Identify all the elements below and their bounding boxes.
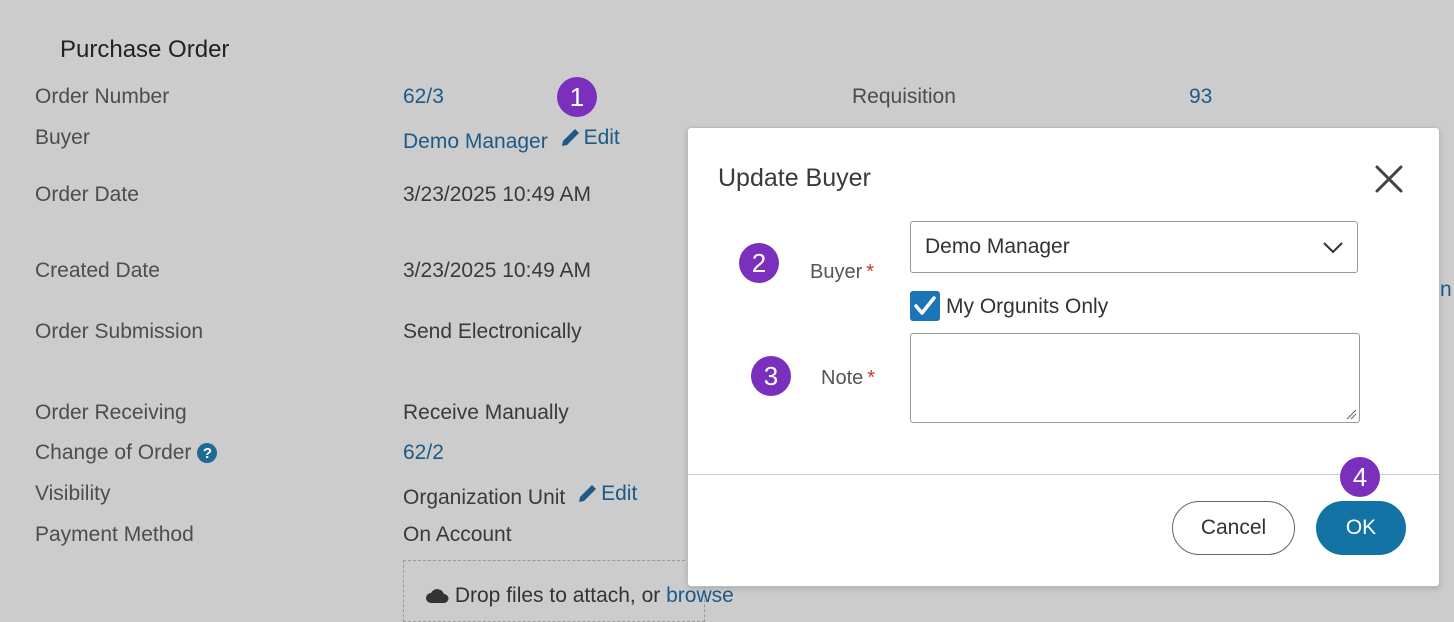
required-mark: *	[866, 261, 875, 283]
dropzone-label: Drop files to attach, or	[454, 584, 667, 607]
order-submission-value: Send Electronically	[403, 320, 582, 343]
browse-link[interactable]: browse	[666, 584, 734, 607]
created-date-value: 3/23/2025 10:49 AM	[403, 259, 591, 282]
order-receiving-value: Receive Manually	[403, 401, 569, 424]
buyer-field-label-text: Buyer	[810, 261, 863, 283]
label-change-of-order: Change of Order?	[35, 441, 218, 465]
note-field-label-text: Note	[821, 367, 864, 389]
update-buyer-modal: Update Buyer Buyer * Demo Manager My Orgu…	[687, 127, 1440, 587]
pencil-icon	[561, 129, 579, 146]
label-requisition: Requisition	[852, 85, 956, 108]
required-mark: *	[867, 367, 876, 389]
buyer-field-label: Buyer *	[810, 261, 874, 284]
page-title: Purchase Order	[60, 36, 230, 63]
label-buyer: Buyer	[35, 126, 90, 149]
close-icon[interactable]	[1373, 163, 1405, 195]
modal-footer-divider	[688, 474, 1439, 475]
note-textarea[interactable]	[910, 333, 1360, 423]
step-badge-4: 4	[1340, 457, 1380, 497]
label-visibility: Visibility	[35, 482, 111, 505]
change-of-order-text: Change of Order	[35, 441, 192, 464]
payment-method-value: On Account	[403, 523, 512, 546]
visibility-value-row: Organization Unit Edit	[403, 482, 637, 510]
label-order-submission: Order Submission	[35, 320, 204, 343]
cancel-button[interactable]: Cancel	[1172, 501, 1295, 555]
modal-title: Update Buyer	[718, 164, 871, 192]
label-created-date: Created Date	[35, 259, 160, 282]
pencil-icon	[579, 485, 597, 502]
note-field-label: Note *	[821, 367, 875, 390]
label-order-date: Order Date	[35, 183, 139, 206]
label-order-number: Order Number	[35, 85, 170, 108]
cloud-upload-icon	[426, 589, 449, 604]
question-circle-icon[interactable]: ?	[197, 443, 218, 464]
visibility-edit-label: Edit	[601, 482, 638, 505]
buyer-link[interactable]: Demo Manager	[403, 130, 548, 153]
step-badge-1: 1	[557, 77, 597, 117]
label-order-receiving: Order Receiving	[35, 401, 187, 424]
visibility-value: Organization Unit	[403, 486, 566, 509]
step-badge-3: 3	[751, 356, 791, 396]
orgunits-checkbox[interactable]	[910, 291, 940, 321]
check-icon	[914, 296, 936, 315]
step-badge-2: 2	[739, 243, 779, 283]
label-payment-method: Payment Method	[35, 523, 194, 546]
ok-button[interactable]: OK	[1316, 501, 1406, 555]
dropzone-text: Drop files to attach, or browse	[425, 584, 734, 608]
buyer-value-row: Demo Manager Edit	[403, 126, 620, 154]
requisition-link[interactable]: 93	[1189, 85, 1212, 109]
order-date-value: 3/23/2025 10:49 AM	[403, 183, 591, 206]
orgunits-label[interactable]: My Orgunits Only	[946, 295, 1108, 319]
resize-handle-icon[interactable]	[1345, 408, 1357, 420]
visibility-edit-link[interactable]: Edit	[577, 482, 637, 506]
change-of-order-link[interactable]: 62/2	[403, 441, 444, 465]
buyer-edit-label: Edit	[583, 126, 620, 149]
chevron-down-icon	[1323, 242, 1343, 254]
buyer-select-value: Demo Manager	[925, 235, 1070, 258]
order-number-link[interactable]: 62/3	[403, 85, 444, 109]
buyer-edit-link[interactable]: Edit	[560, 126, 620, 150]
partial-link[interactable]: n	[1440, 278, 1452, 302]
buyer-select[interactable]: Demo Manager	[910, 221, 1358, 273]
